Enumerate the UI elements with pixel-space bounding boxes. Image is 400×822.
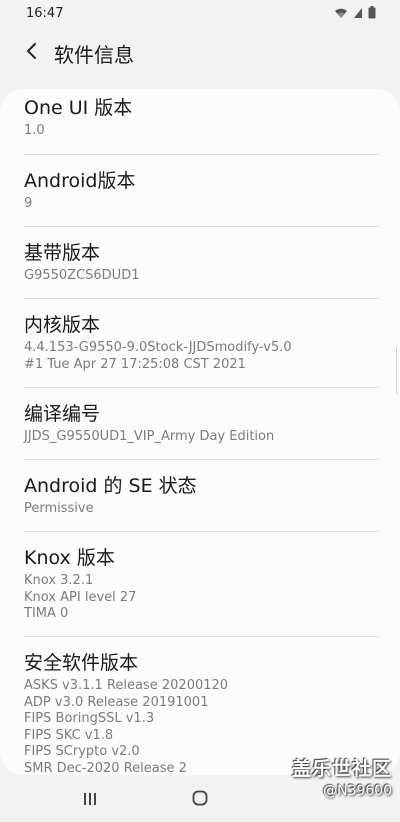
item-value: 1.0 — [24, 123, 45, 138]
item-value: #1 Tue Apr 27 17:25:08 CST 2021 — [24, 356, 246, 372]
item-value: Permissive — [24, 501, 94, 516]
list-item-knox-version[interactable]: Knox 版本 Knox 3.2.1 Knox API level 27 TIM… — [0, 532, 400, 637]
item-title: 内核版本 — [24, 314, 101, 336]
status-time: 16:47 — [26, 5, 64, 21]
list-item-se-status[interactable]: Android 的 SE 状态 Permissive — [0, 460, 400, 532]
item-title: Knox 版本 — [24, 547, 115, 569]
item-value: JJDS_G9550UD1_VIP_Army Day Edition — [24, 429, 275, 444]
item-value: 9 — [24, 196, 33, 211]
recents-button[interactable] — [72, 787, 108, 813]
watermark: 盖乐世社区 @N39600 — [292, 754, 392, 799]
status-icons — [334, 4, 376, 23]
item-title: 基带版本 — [24, 242, 101, 264]
item-title: One UI 版本 — [24, 97, 133, 119]
item-value: TIMA 0 — [24, 606, 69, 621]
recents-icon — [82, 791, 98, 810]
item-title: 编译编号 — [24, 403, 101, 425]
item-title: Android 的 SE 状态 — [24, 475, 197, 497]
back-arrow-icon — [25, 42, 39, 64]
item-value: Knox 3.2.1 — [24, 573, 94, 588]
app-header: 软件信息 — [0, 26, 400, 80]
watermark-logo: 盖乐世社区 — [291, 758, 392, 780]
item-value: G9550ZCS6DUD1 — [24, 268, 140, 283]
list-item-build-number[interactable]: 编译编号 JJDS_G9550UD1_VIP_Army Day Edition — [0, 388, 400, 460]
back-button[interactable] — [12, 33, 52, 73]
battery-icon — [368, 4, 376, 23]
edge-panel-handle[interactable] — [396, 345, 400, 395]
item-value: 4.4.153-G9550-9.0Stock-JJDSmodify-v5.0 — [24, 340, 292, 355]
item-value: FIPS SKC v1.8 — [24, 727, 114, 743]
item-value: Knox API level 27 — [24, 589, 137, 605]
home-button[interactable] — [182, 787, 218, 813]
list-item-baseband-version[interactable]: 基带版本 G9550ZCS6DUD1 — [0, 227, 400, 299]
list-item-android-version[interactable]: Android版本 9 — [0, 155, 400, 227]
item-value: ADP v3.0 Release 20191001 — [24, 694, 209, 710]
software-info-card: One UI 版本 1.0 Android版本 9 基带版本 G9550ZCS6… — [0, 89, 400, 775]
item-title: Android版本 — [24, 170, 136, 192]
page-title: 软件信息 — [54, 42, 134, 67]
list-item-one-ui-version[interactable]: One UI 版本 1.0 — [0, 89, 400, 155]
wifi-icon — [334, 4, 348, 23]
item-value: ASKS v3.1.1 Release 20200120 — [24, 678, 229, 693]
home-icon — [192, 790, 208, 810]
watermark-user: @N39600 — [322, 783, 392, 799]
item-title: 安全软件版本 — [24, 652, 139, 674]
list-item-kernel-version[interactable]: 内核版本 4.4.153-G9550-9.0Stock-JJDSmodify-v… — [0, 299, 400, 388]
item-value: FIPS BoringSSL v1.3 — [24, 711, 155, 726]
status-bar: 16:47 — [0, 0, 400, 26]
signal-icon — [353, 4, 363, 23]
